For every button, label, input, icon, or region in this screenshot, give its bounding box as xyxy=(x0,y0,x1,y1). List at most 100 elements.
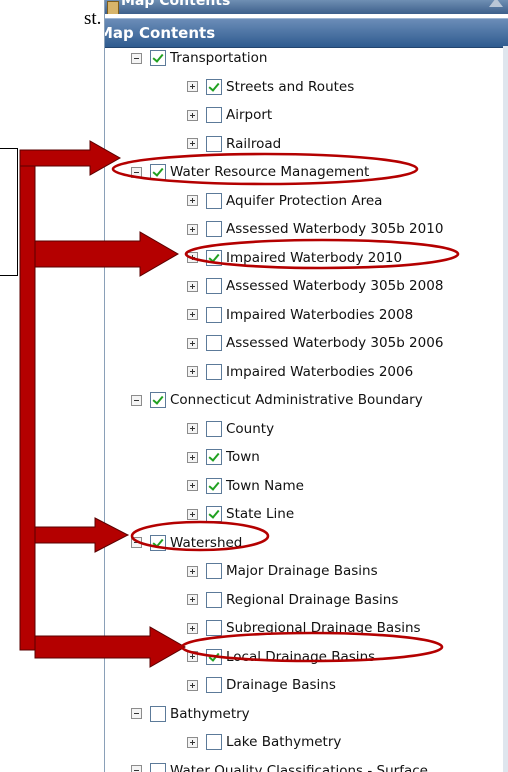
layer-checkbox[interactable] xyxy=(206,107,222,123)
expand-toggle-icon[interactable] xyxy=(187,480,198,491)
layer-checkbox[interactable] xyxy=(150,50,166,66)
tree-row[interactable]: Airport xyxy=(187,104,272,126)
layer-label: County xyxy=(226,420,275,437)
layer-label: Assessed Waterbody 305b 2006 xyxy=(226,335,444,351)
expand-toggle-icon[interactable] xyxy=(187,565,198,577)
tree-row[interactable]: Local Drainage Basins xyxy=(187,646,375,668)
expand-toggle-icon[interactable] xyxy=(187,622,198,634)
tree-row[interactable]: County xyxy=(187,418,274,440)
tree-row[interactable]: Town xyxy=(187,446,260,468)
expand-toggle-icon[interactable] xyxy=(187,736,198,748)
collapse-toggle-icon[interactable] xyxy=(131,765,142,772)
layer-label: Water Quality Classifications - Surface xyxy=(170,762,428,772)
layer-checkbox[interactable] xyxy=(206,363,222,380)
layer-checkbox[interactable] xyxy=(206,135,222,152)
expand-toggle-icon[interactable] xyxy=(187,337,198,349)
expand-toggle-icon[interactable] xyxy=(187,223,198,235)
layer-checkbox[interactable] xyxy=(150,392,166,408)
expand-toggle-icon[interactable] xyxy=(187,679,198,691)
layer-checkbox[interactable] xyxy=(150,705,166,722)
scrollbar[interactable] xyxy=(503,46,508,772)
expand-toggle-icon[interactable] xyxy=(187,594,198,605)
tree-row[interactable]: Lake Bathymetry xyxy=(187,731,341,753)
tree-row[interactable]: Bathymetry xyxy=(131,703,250,725)
expand-toggle-icon[interactable] xyxy=(187,138,198,149)
expand-toggle-icon[interactable] xyxy=(187,451,198,463)
layer-checkbox[interactable] xyxy=(206,734,222,750)
tree-row[interactable]: Drainage Basins xyxy=(187,674,336,696)
tree-row[interactable]: Streets and Routes xyxy=(187,76,354,98)
layer-checkbox[interactable] xyxy=(150,534,166,551)
tree-row[interactable]: Transportation xyxy=(131,47,267,69)
tree-row[interactable]: Aquifer Protection Area xyxy=(187,190,382,212)
layer-checkbox[interactable] xyxy=(206,449,222,465)
tree-row[interactable]: Assessed Waterbody 305b 2010 xyxy=(187,218,443,240)
map-icon xyxy=(107,1,119,14)
layer-label: Local Drainage Basins xyxy=(226,648,376,665)
layer-label: Transportation xyxy=(170,50,268,66)
expand-toggle-icon[interactable] xyxy=(187,651,198,662)
layer-checkbox[interactable] xyxy=(150,164,166,180)
expand-toggle-icon[interactable] xyxy=(187,508,198,520)
tree-row[interactable]: Assessed Waterbody 305b 2006 xyxy=(187,332,443,354)
tree-row[interactable]: Water Quality Classifications - Surface xyxy=(131,760,428,772)
collapse-toggle-icon[interactable] xyxy=(131,52,142,64)
tree-row[interactable]: Major Drainage Basins xyxy=(187,560,378,582)
collapse-toggle-icon[interactable] xyxy=(131,166,142,178)
layer-checkbox[interactable] xyxy=(206,278,222,294)
layer-checkbox[interactable] xyxy=(206,249,222,266)
collapse-toggle-icon[interactable] xyxy=(131,394,142,406)
layer-label: Assessed Waterbody 305b 2008 xyxy=(226,278,444,294)
layer-checkbox[interactable] xyxy=(206,677,222,693)
layer-checkbox[interactable] xyxy=(150,762,166,772)
expand-toggle-icon[interactable] xyxy=(187,109,198,121)
page-text-fragment: st. xyxy=(84,8,102,29)
layer-checkbox[interactable] xyxy=(206,506,222,522)
expand-toggle-icon[interactable] xyxy=(187,195,198,206)
layer-label: Aquifer Protection Area xyxy=(226,192,383,209)
tree-row[interactable]: Assessed Waterbody 305b 2008 xyxy=(187,275,443,297)
tree-row[interactable]: Impaired Waterbodies 2008 xyxy=(187,304,413,326)
expand-toggle-icon[interactable] xyxy=(187,366,198,377)
layer-checkbox[interactable] xyxy=(206,192,222,209)
layer-checkbox[interactable] xyxy=(206,591,222,608)
collapse-toggle-icon[interactable] xyxy=(131,537,142,548)
layer-label: Airport xyxy=(226,107,273,123)
collapse-toggle-icon[interactable] xyxy=(131,708,142,719)
layer-checkbox[interactable] xyxy=(206,648,222,665)
tree-row[interactable]: Impaired Waterbody 2010 xyxy=(187,247,402,269)
layer-checkbox[interactable] xyxy=(206,78,222,95)
layer-label: Impaired Waterbody 2010 xyxy=(226,249,403,266)
tree-row[interactable]: Town Name xyxy=(187,475,304,497)
layer-checkbox[interactable] xyxy=(206,620,222,636)
expand-toggle-icon[interactable] xyxy=(187,280,198,292)
expand-toggle-icon[interactable] xyxy=(187,423,198,434)
tree-row[interactable]: Regional Drainage Basins xyxy=(187,589,398,611)
layer-label: Major Drainage Basins xyxy=(226,563,378,579)
tree-row[interactable]: Connecticut Administrative Boundary xyxy=(131,389,423,411)
layer-checkbox[interactable] xyxy=(206,420,222,437)
tree-row[interactable]: Impaired Waterbodies 2006 xyxy=(187,361,413,383)
collapse-icon[interactable] xyxy=(489,0,503,7)
tree-row[interactable]: Watershed xyxy=(131,532,242,554)
expand-toggle-icon[interactable] xyxy=(187,309,198,320)
panel-title: Map Contents xyxy=(121,0,231,9)
expand-toggle-icon[interactable] xyxy=(187,81,198,92)
layer-label: Subregional Drainage Basins xyxy=(226,620,421,636)
layer-checkbox[interactable] xyxy=(206,335,222,351)
layer-label: Impaired Waterbodies 2006 xyxy=(226,363,414,380)
tree-row[interactable]: State Line xyxy=(187,503,294,525)
layer-checkbox[interactable] xyxy=(206,563,222,579)
expand-toggle-icon[interactable] xyxy=(187,252,198,263)
layer-checkbox[interactable] xyxy=(206,221,222,237)
layer-label: Water Resource Management xyxy=(170,164,370,180)
layer-label: Streets and Routes xyxy=(226,78,355,95)
annotation-box xyxy=(0,148,18,276)
layer-checkbox[interactable] xyxy=(206,477,222,494)
tree-row[interactable]: Railroad xyxy=(187,133,281,155)
layer-label: Lake Bathymetry xyxy=(226,734,342,750)
layer-label: Regional Drainage Basins xyxy=(226,591,399,608)
tree-row[interactable]: Subregional Drainage Basins xyxy=(187,617,421,639)
tree-row[interactable]: Water Resource Management xyxy=(131,161,369,183)
layer-checkbox[interactable] xyxy=(206,306,222,323)
